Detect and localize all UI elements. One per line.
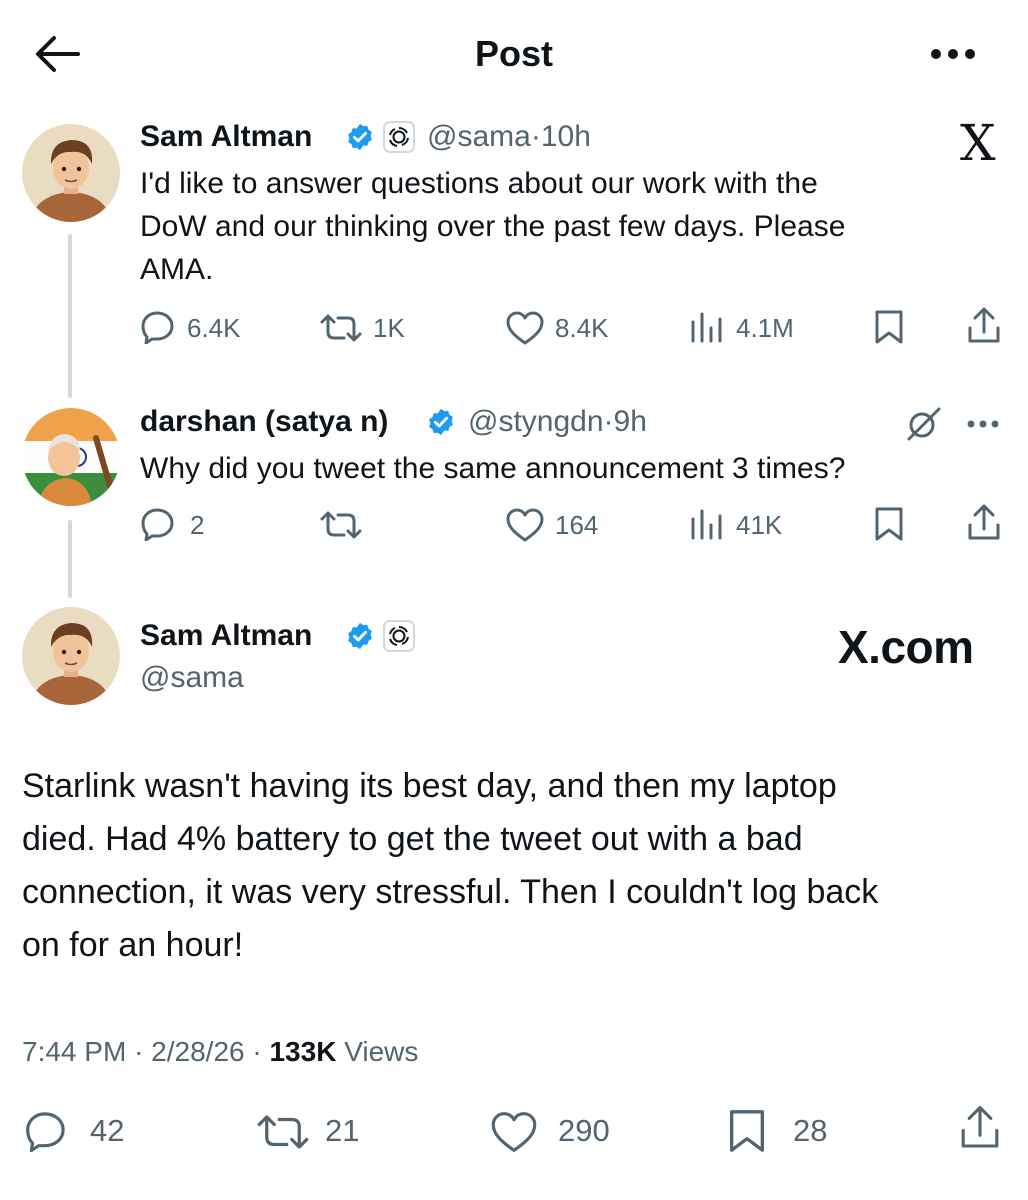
verified-badge-icon <box>345 621 375 651</box>
tweet-text: I'd like to answer questions about our w… <box>140 167 846 286</box>
reply-icon[interactable] <box>140 507 176 541</box>
openai-affiliate-icon[interactable] <box>383 620 415 652</box>
repost-icon[interactable] <box>318 509 364 541</box>
author-handle[interactable]: @sama <box>140 660 244 696</box>
view-count: 41K <box>736 510 783 540</box>
author-handle[interactable]: @styngdn·9h <box>468 404 647 440</box>
author-name[interactable]: darshan (satya n) <box>140 404 388 440</box>
post-timestamp: 7:44 PM · 2/28/26 · 133K Views <box>22 1036 419 1067</box>
views-icon[interactable] <box>690 310 724 344</box>
like-icon[interactable] <box>505 507 545 543</box>
view-count: 4.1M <box>736 313 794 343</box>
x-com-watermark: X.com <box>838 621 974 673</box>
repost-icon[interactable] <box>318 312 364 344</box>
views-icon[interactable] <box>690 507 724 541</box>
bookmark-count: 28 <box>793 1113 828 1148</box>
reply-count: 42 <box>90 1113 125 1148</box>
share-icon[interactable] <box>958 1104 1002 1152</box>
like-icon[interactable] <box>505 310 545 346</box>
avatar[interactable] <box>22 408 120 506</box>
repost-count: 21 <box>325 1113 360 1148</box>
thread-line <box>68 520 72 598</box>
reply-icon[interactable] <box>24 1110 68 1152</box>
more-options-icon[interactable] <box>930 48 976 60</box>
author-name[interactable]: Sam Altman <box>140 618 312 654</box>
more-options-icon[interactable] <box>966 419 1000 429</box>
verified-badge-icon <box>426 407 456 437</box>
x-logo-watermark: X <box>960 114 996 172</box>
reply-count: 2 <box>190 510 205 540</box>
share-icon[interactable] <box>966 503 1002 543</box>
like-count: 290 <box>558 1113 610 1148</box>
thread-line <box>68 234 72 398</box>
main-tweet-text: Starlink wasn't having its best day, and… <box>22 767 879 964</box>
reply-icon[interactable] <box>140 310 176 344</box>
avatar[interactable] <box>22 124 120 222</box>
openai-affiliate-icon[interactable] <box>383 121 415 153</box>
like-count: 164 <box>555 510 599 540</box>
repost-icon[interactable] <box>254 1112 312 1152</box>
like-count: 8.4K <box>555 313 609 343</box>
bookmark-icon[interactable] <box>726 1108 768 1154</box>
bookmark-icon[interactable] <box>873 309 905 345</box>
author-handle[interactable]: @sama·10h <box>427 119 591 155</box>
avatar[interactable] <box>22 607 120 705</box>
grok-icon[interactable] <box>903 406 943 442</box>
page-title: Post <box>474 33 553 74</box>
author-name[interactable]: Sam Altman <box>140 119 312 155</box>
tweet-text: Why did you tweet the same announcement … <box>140 452 846 485</box>
repost-count: 1K <box>373 313 405 343</box>
verified-badge-icon <box>345 122 375 152</box>
reply-count: 6.4K <box>187 313 241 343</box>
like-icon[interactable] <box>489 1110 539 1154</box>
bookmark-icon[interactable] <box>873 506 905 542</box>
share-icon[interactable] <box>966 306 1002 346</box>
